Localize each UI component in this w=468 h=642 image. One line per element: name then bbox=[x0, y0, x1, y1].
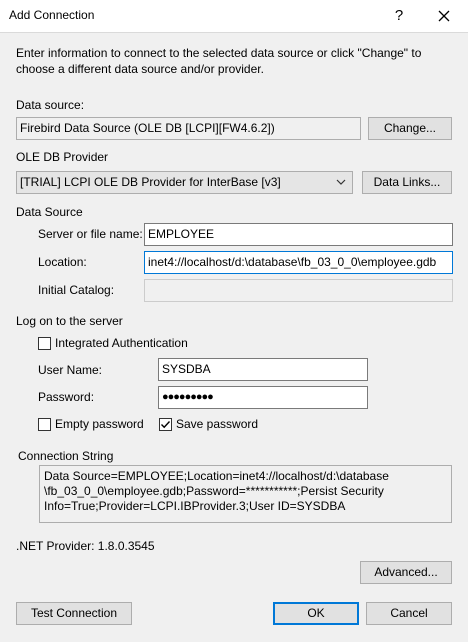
connection-string-box[interactable]: Data Source=EMPLOYEE;Location=inet4://lo… bbox=[39, 465, 452, 523]
net-provider-version: .NET Provider: 1.8.0.3545 bbox=[16, 539, 155, 553]
data-source-field[interactable]: Firebird Data Source (OLE DB [LCPI][FW4.… bbox=[16, 117, 361, 140]
connection-string-line: \fb_03_0_0\employee.gdb;Password=*******… bbox=[44, 484, 384, 498]
provider-selected-value: [TRIAL] LCPI OLE DB Provider for InterBa… bbox=[20, 175, 281, 189]
user-name-input[interactable]: SYSDBA bbox=[158, 358, 368, 381]
close-button[interactable] bbox=[428, 4, 460, 28]
window-title: Add Connection bbox=[9, 8, 95, 22]
checkmark-icon bbox=[161, 421, 171, 429]
connection-string-line: Info=True;Provider=LCPI.IBProvider.3;Use… bbox=[44, 499, 346, 513]
server-input[interactable]: EMPLOYEE bbox=[144, 223, 453, 246]
connection-string-label: Connection String bbox=[18, 449, 114, 463]
intro-text: Enter information to connect to the sele… bbox=[16, 46, 422, 76]
close-icon bbox=[438, 10, 450, 22]
ok-button[interactable]: OK bbox=[273, 602, 359, 625]
save-password-label[interactable]: Save password bbox=[176, 417, 258, 431]
data-source-group-label: Data Source bbox=[16, 205, 83, 219]
data-source-label: Data source: bbox=[16, 98, 85, 112]
empty-password-label[interactable]: Empty password bbox=[55, 417, 144, 431]
help-button[interactable]: ? bbox=[383, 4, 415, 28]
user-name-label: User Name: bbox=[38, 363, 103, 377]
location-input[interactable]: inet4://localhost/d:\database\fb_03_0_0\… bbox=[144, 251, 453, 274]
password-label: Password: bbox=[38, 390, 95, 404]
empty-password-checkbox[interactable] bbox=[38, 418, 51, 431]
test-connection-button[interactable]: Test Connection bbox=[16, 602, 132, 625]
integrated-auth-label[interactable]: Integrated Authentication bbox=[55, 336, 188, 350]
initial-catalog-input[interactable] bbox=[144, 279, 453, 302]
data-links-button[interactable]: Data Links... bbox=[362, 171, 452, 194]
server-label: Server or file name: bbox=[38, 227, 143, 241]
provider-select[interactable]: [TRIAL] LCPI OLE DB Provider for InterBa… bbox=[16, 171, 353, 194]
provider-label: OLE DB Provider bbox=[16, 150, 109, 164]
integrated-auth-checkbox[interactable] bbox=[38, 337, 51, 350]
connection-string-line: Data Source=EMPLOYEE;Location=inet4://lo… bbox=[44, 469, 389, 483]
password-input[interactable]: ●●●●●●●●● bbox=[158, 386, 368, 409]
save-password-checkbox[interactable] bbox=[159, 418, 172, 431]
advanced-button[interactable]: Advanced... bbox=[360, 561, 452, 584]
logon-group-label: Log on to the server bbox=[16, 314, 123, 328]
change-button[interactable]: Change... bbox=[368, 117, 452, 140]
chevron-down-icon bbox=[336, 179, 346, 185]
location-label: Location: bbox=[38, 255, 87, 269]
cancel-button[interactable]: Cancel bbox=[366, 602, 452, 625]
initial-catalog-label: Initial Catalog: bbox=[38, 283, 115, 297]
